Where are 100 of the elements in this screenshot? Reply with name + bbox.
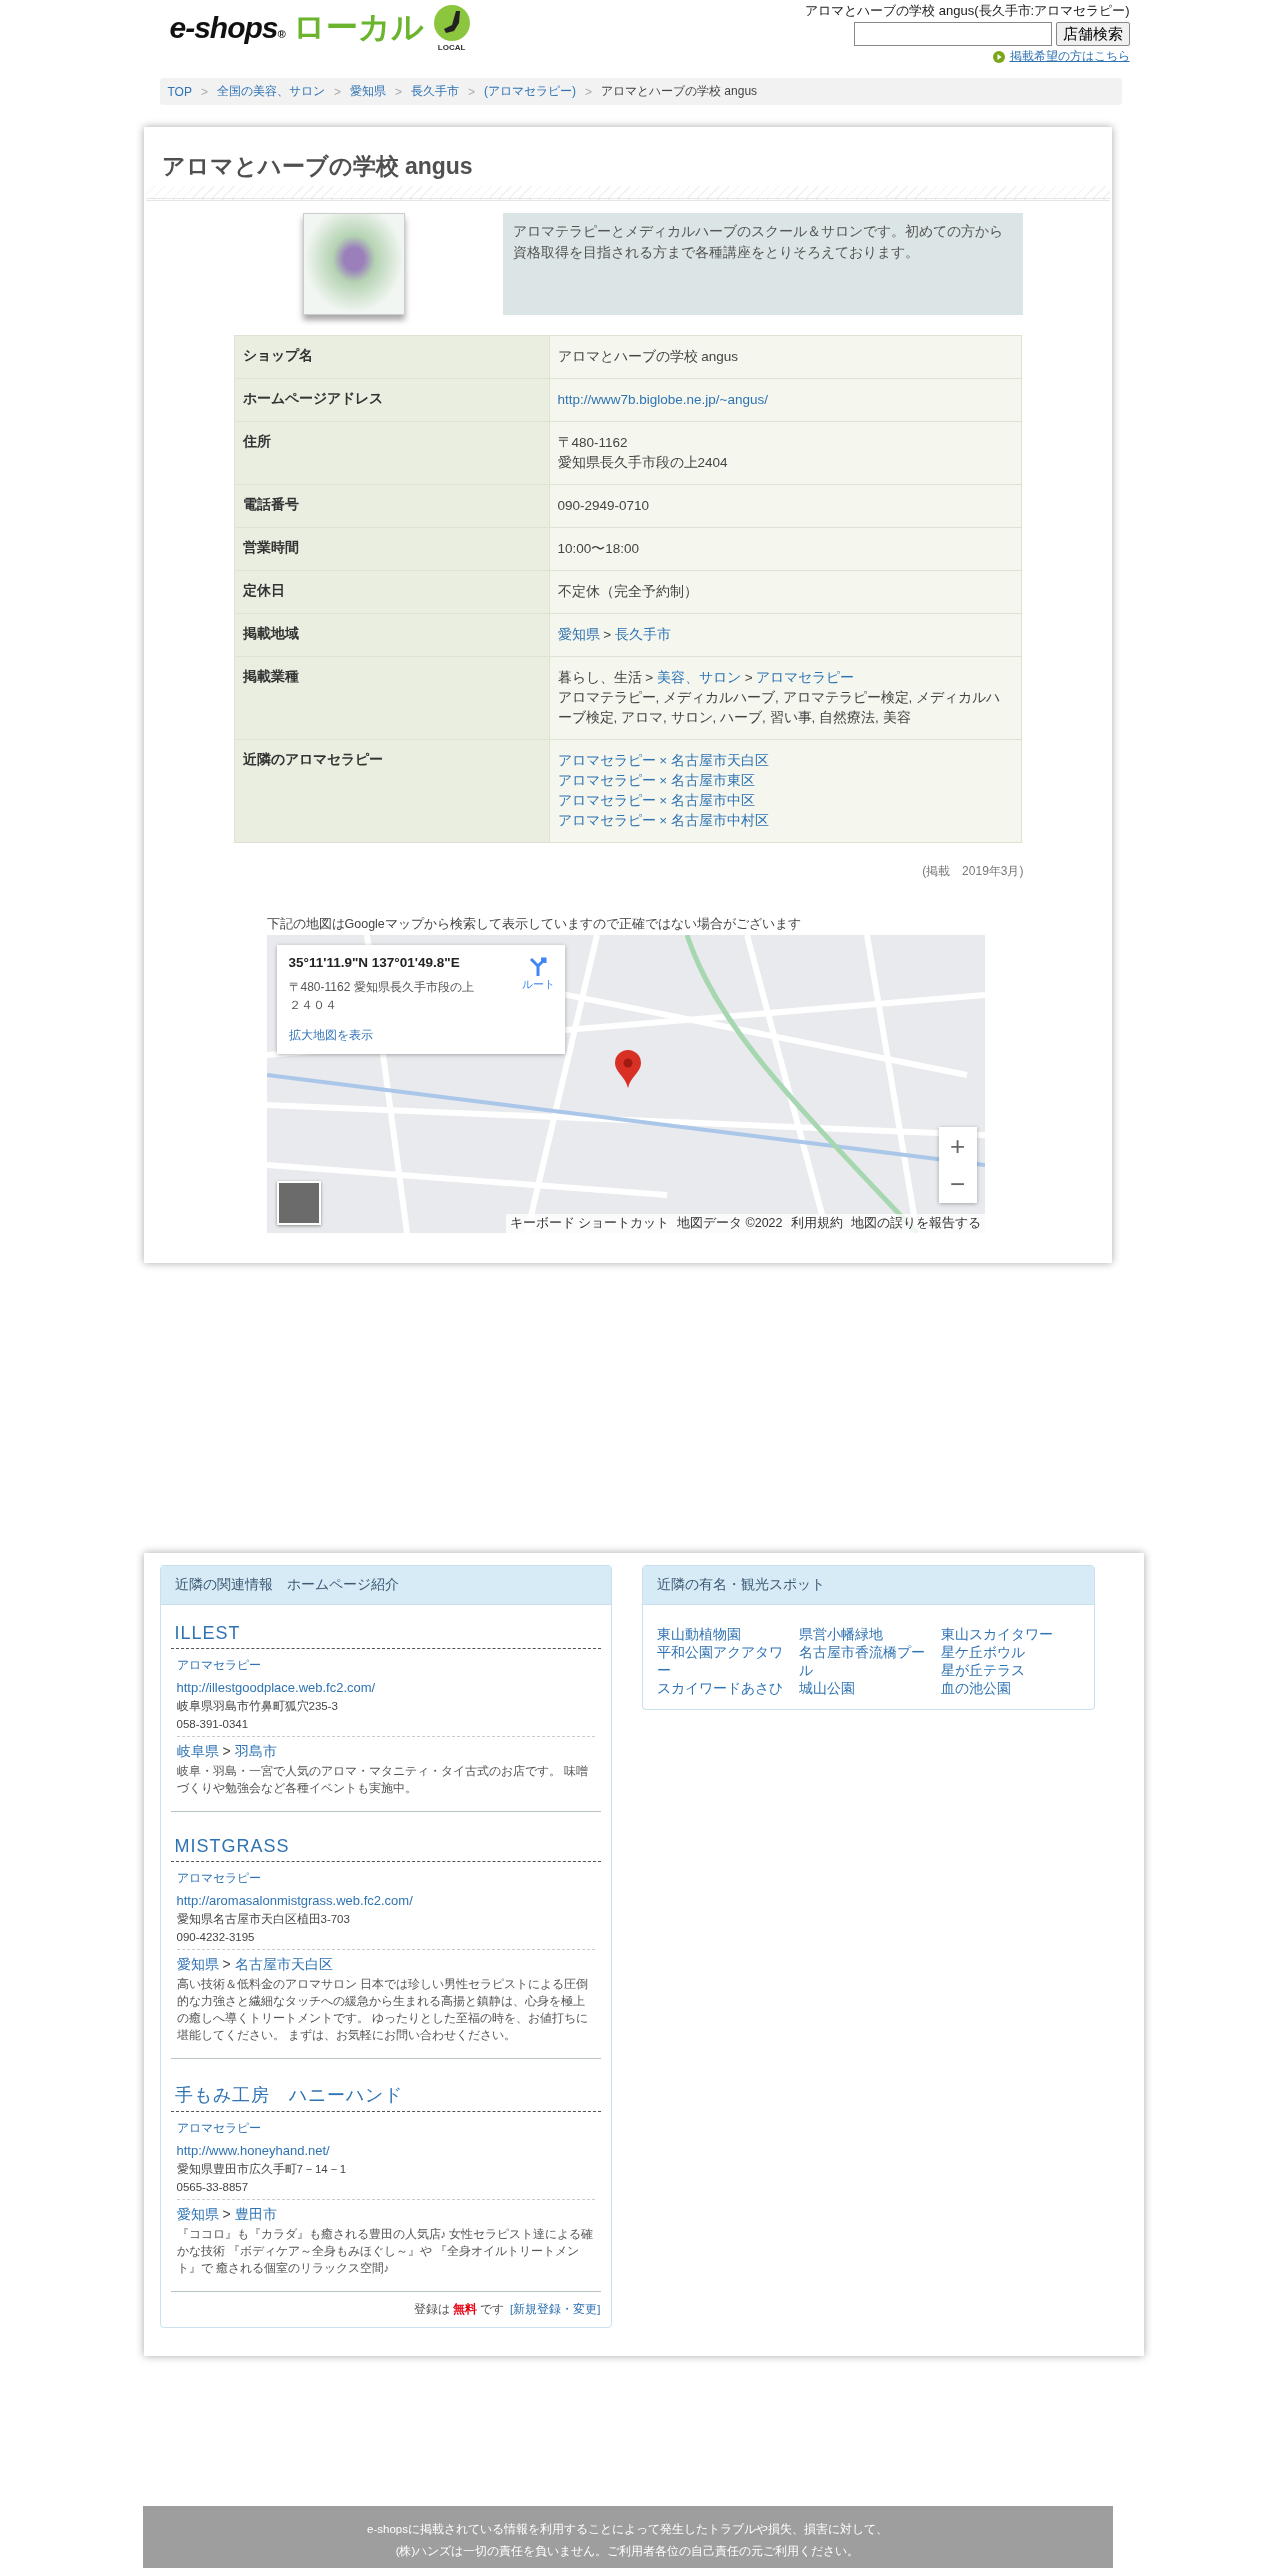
- posted-date: (掲載 2019年3月): [921, 863, 1024, 880]
- detail-link[interactable]: 長久手市: [614, 627, 671, 642]
- table-header-cell: 営業時間: [234, 527, 549, 571]
- site-phone: 0565-33-8857: [176, 2181, 595, 2200]
- site-url-link[interactable]: http://illestgoodplace.web.fc2.com/: [176, 1680, 595, 1695]
- city-link[interactable]: 豊田市: [234, 2206, 277, 2224]
- breadcrumb-item[interactable]: 長久手市: [411, 83, 459, 100]
- site-description: 岐阜・羽島・一宮で人気のアロマ・マタニティ・タイ古式のお店です。 味噌づくりや勉強会など各種イベントも実施中。: [176, 1764, 589, 1797]
- map-attribution-link[interactable]: キーボード ショートカット: [509, 1215, 669, 1232]
- shop-title: アロマとハーブの学校 angus: [161, 152, 474, 181]
- city-link[interactable]: 羽島市: [234, 1743, 277, 1761]
- detail-text: 暮らし、生活 >: [557, 670, 655, 685]
- table-header-cell: 掲載業種: [234, 656, 549, 740]
- shop-description: アロマテラピーとメディカルハーブのスクール＆サロンです。初めての方から資格取得を目指される方まで各種講座をとりそろえております。: [502, 213, 1023, 315]
- detail-link[interactable]: http://www7b.biglobe.ne.jp/~angus/: [557, 392, 768, 407]
- disclaimer-text: e-shopsに掲載されている情報を利用することによって発生したトラブルや損失、損害に対して、: [366, 2522, 889, 2537]
- detail-text: 不定休（完全予約制）: [557, 584, 698, 599]
- prefecture-link[interactable]: 愛知県: [176, 2206, 219, 2224]
- breadcrumb-item[interactable]: TOP: [167, 84, 192, 99]
- site-phone: 090-4232-3195: [176, 1931, 595, 1950]
- route-button[interactable]: ルート: [521, 955, 555, 1005]
- spot-link[interactable]: 星が丘テラス: [941, 1661, 1080, 1679]
- table-header-cell: 近隣のアロマセラピー: [234, 739, 549, 843]
- spot-link[interactable]: 県営小幡緑地: [798, 1625, 938, 1643]
- breadcrumb-separator: >: [200, 84, 208, 99]
- breadcrumb-item: アロマとハーブの学校 angus: [601, 83, 758, 100]
- logo-local-text: ローカル: [292, 7, 424, 47]
- zoom-out-button[interactable]: −: [938, 1165, 977, 1203]
- satellite-thumbnail[interactable]: [276, 1181, 321, 1225]
- table-header-cell: ショップ名: [234, 335, 549, 379]
- table-header-cell: 掲載地域: [234, 613, 549, 657]
- spot-link[interactable]: 星ケ丘ボウル: [941, 1643, 1080, 1661]
- directions-icon: [527, 955, 549, 977]
- zoom-in-button[interactable]: +: [938, 1127, 977, 1165]
- detail-text: 090-2949-0710: [557, 498, 650, 513]
- site-address: 岐阜県羽島市竹鼻町狐穴235-3: [176, 1699, 339, 1714]
- japan-map-emblem-icon: [431, 3, 472, 43]
- breadcrumb-item[interactable]: (アロマセラピー): [484, 83, 576, 100]
- breadcrumb-separator: >: [585, 84, 593, 99]
- detail-link[interactable]: 愛知県: [557, 627, 600, 642]
- map-attribution-link[interactable]: 利用規約: [790, 1215, 843, 1232]
- breadcrumb-item[interactable]: 愛知県: [350, 83, 386, 100]
- register-note: 登録は 無料 です: [413, 2302, 505, 2317]
- city-link[interactable]: 名古屋市天白区: [234, 1956, 333, 1974]
- register-link[interactable]: [新規登録・変更]: [510, 2302, 601, 2317]
- prefecture-link[interactable]: 愛知県: [176, 1956, 219, 1974]
- breadcrumb-item[interactable]: 全国の美容、サロン: [216, 83, 325, 100]
- detail-link[interactable]: 美容、サロン: [656, 670, 741, 685]
- map-note: 下記の地図はGoogleマップから検索して表示していますので正確ではない場合がございます: [266, 916, 802, 933]
- detail-text: アロマテラピー, メディカルハーブ, アロマテラピー検定, メディカルハーブ検定, アロマ, サロン, ハーブ, 習い事, 自然療法, 美容: [557, 690, 1000, 725]
- disclaimer-text: (株)ハンズは一切の責任を負いません。ご利用者各位の自己責任の元ご利用ください。: [394, 2544, 861, 2559]
- enlarge-map-link[interactable]: 拡大地図を表示: [288, 1028, 373, 1042]
- spot-link[interactable]: スカイワードあさひ: [656, 1679, 795, 1697]
- detail-link[interactable]: アロマセラピー × 名古屋市中村区: [557, 813, 769, 828]
- search-field[interactable]: [853, 22, 1052, 46]
- detail-text: 愛知県長久手市段の上2404: [557, 455, 728, 470]
- map-view[interactable]: 35°11'11.9"N 137°01'49.8"E 〒480-1162 愛知県長久手市段の上２４０４ 拡大地図を表示 ルート + − キーボード ショートカット 地図データ ©2022 利用規約 地図の誤りを報告する: [266, 935, 985, 1233]
- detail-link[interactable]: アロマセラピー × 名古屋市中区: [557, 793, 755, 808]
- logo-local-subtext: LOCAL: [437, 43, 466, 52]
- area-separator: >: [222, 1956, 231, 1974]
- panel-title: 近隣の関連情報 ホームページ紹介: [160, 1566, 611, 1605]
- breadcrumb-separator: >: [395, 84, 402, 99]
- logo-wordmark[interactable]: e-shops®: [169, 10, 285, 45]
- site-name[interactable]: ILLEST: [170, 1619, 601, 1649]
- site-name[interactable]: 手もみ工房 ハニーハンド: [170, 2079, 601, 2112]
- detail-link[interactable]: アロマセラピー × 名古屋市天白区: [557, 753, 769, 768]
- site-name[interactable]: MISTGRASS: [170, 1832, 601, 1862]
- spot-link[interactable]: 東山動植物園: [656, 1625, 795, 1643]
- search-button[interactable]: 店舗検索: [1055, 22, 1130, 46]
- site-url-link[interactable]: http://aromasalonmistgrass.web.fc2.com/: [176, 1893, 595, 1908]
- spot-link[interactable]: 血の池公園: [941, 1679, 1080, 1697]
- map-attribution-link[interactable]: 地図データ ©2022: [677, 1215, 783, 1232]
- page-title: アロマとハーブの学校 angus(長久手市:アロマセラピー): [805, 2, 1130, 20]
- detail-link[interactable]: アロマセラピー × 名古屋市東区: [557, 773, 755, 788]
- map-pin-icon: [614, 1050, 641, 1088]
- site-phone: 058-391-0341: [176, 1718, 595, 1737]
- detail-link[interactable]: アロマセラピー: [756, 670, 855, 685]
- site-url-link[interactable]: http://www.honeyhand.net/: [176, 2143, 595, 2158]
- panel-title: 近隣の有名・観光スポット: [642, 1566, 1094, 1605]
- spot-link[interactable]: 名古屋市香流橋プール: [798, 1643, 938, 1679]
- site-description: 高い技術＆低料金のアロマサロン 日本では珍しい男性セラピストによる圧倒的な力強さと繊細なタッチへの緩急から生まれる高揚と鎮静は、心身を極上の癒しへ導くトリートメントです。 ゆったりとした至福の時を、お値打ちに堪能してください。 まずは、お気軽にお問い合わせください。: [176, 1977, 589, 2044]
- map-coordinates: 35°11'11.9"N 137°01'49.8"E: [288, 955, 461, 970]
- area-separator: >: [222, 1743, 231, 1761]
- site-category: アロマセラピー: [176, 1657, 262, 1674]
- map-address: 〒480-1162 愛知県長久手市段の上２４０４: [288, 979, 475, 1014]
- spot-link[interactable]: 城山公園: [798, 1679, 938, 1697]
- breadcrumb-separator: >: [468, 84, 475, 99]
- spot-link[interactable]: 平和公園アクアタワー: [656, 1643, 795, 1679]
- prefecture-link[interactable]: 岐阜県: [176, 1743, 219, 1761]
- arrow-circle-icon: [992, 50, 1005, 63]
- site-category: アロマセラピー: [176, 2120, 262, 2137]
- detail-text: >: [743, 670, 754, 685]
- table-header-cell: ホームページアドレス: [234, 378, 549, 422]
- site-address: 愛知県名古屋市天白区植田3-703: [176, 1912, 351, 1927]
- detail-text: アロマとハーブの学校 angus: [557, 349, 739, 364]
- map-attribution-link[interactable]: 地図の誤りを報告する: [850, 1215, 981, 1232]
- listing-request-link[interactable]: 掲載希望の方はこちら: [1009, 48, 1130, 65]
- site-address: 愛知県豊田市広久手町7－14－1: [176, 2162, 348, 2177]
- spot-link[interactable]: 東山スカイタワー: [941, 1625, 1080, 1643]
- detail-text: 〒480-1162: [557, 435, 628, 450]
